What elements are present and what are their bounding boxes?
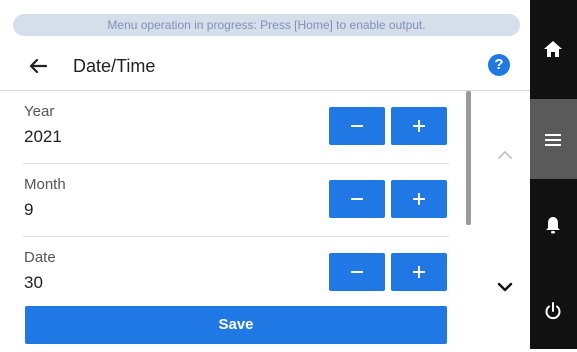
back-arrow-icon[interactable] [24,52,52,80]
help-icon[interactable]: ? [488,54,510,76]
month-row: Month 9 [0,164,464,237]
date-row: Date 30 [0,237,464,296]
status-banner: Menu operation in progress: Press [Home]… [13,14,520,36]
date-label: Date [24,249,56,266]
plus-icon [413,266,425,278]
plus-icon [413,193,425,205]
menu-icon [545,134,561,146]
rail-item-power[interactable] [530,272,577,352]
top-bar: Date/Time ? [0,42,530,90]
minus-icon [351,271,363,273]
scroll-down-icon[interactable] [490,272,520,302]
rail-item-menu[interactable] [530,99,577,179]
date-decrement-button[interactable] [329,253,385,291]
month-increment-button[interactable] [391,180,447,218]
settings-list: Year 2021 Month 9 Date 30 [0,91,464,296]
year-row: Year 2021 [0,91,464,164]
year-decrement-button[interactable] [329,107,385,145]
page-title: Date/Time [73,56,156,76]
list-scrollbar[interactable] [466,91,471,225]
side-rail [530,0,577,349]
minus-icon [351,198,363,200]
rail-item-alerts[interactable] [530,186,577,266]
main-panel: Menu operation in progress: Press [Home]… [0,0,530,349]
date-increment-button[interactable] [391,253,447,291]
month-decrement-button[interactable] [329,180,385,218]
year-value: 2021 [24,127,62,146]
date-value: 30 [24,273,43,292]
power-icon [545,302,561,320]
month-label: Month [24,176,66,193]
year-label: Year [24,103,55,120]
scroll-up-icon[interactable] [490,140,520,170]
bell-icon [546,217,560,234]
year-increment-button[interactable] [391,107,447,145]
save-button[interactable]: Save [25,306,447,344]
minus-icon [351,125,363,127]
plus-icon [413,120,425,132]
home-icon [544,41,562,57]
month-value: 9 [24,200,34,219]
rail-item-home[interactable] [530,10,577,90]
